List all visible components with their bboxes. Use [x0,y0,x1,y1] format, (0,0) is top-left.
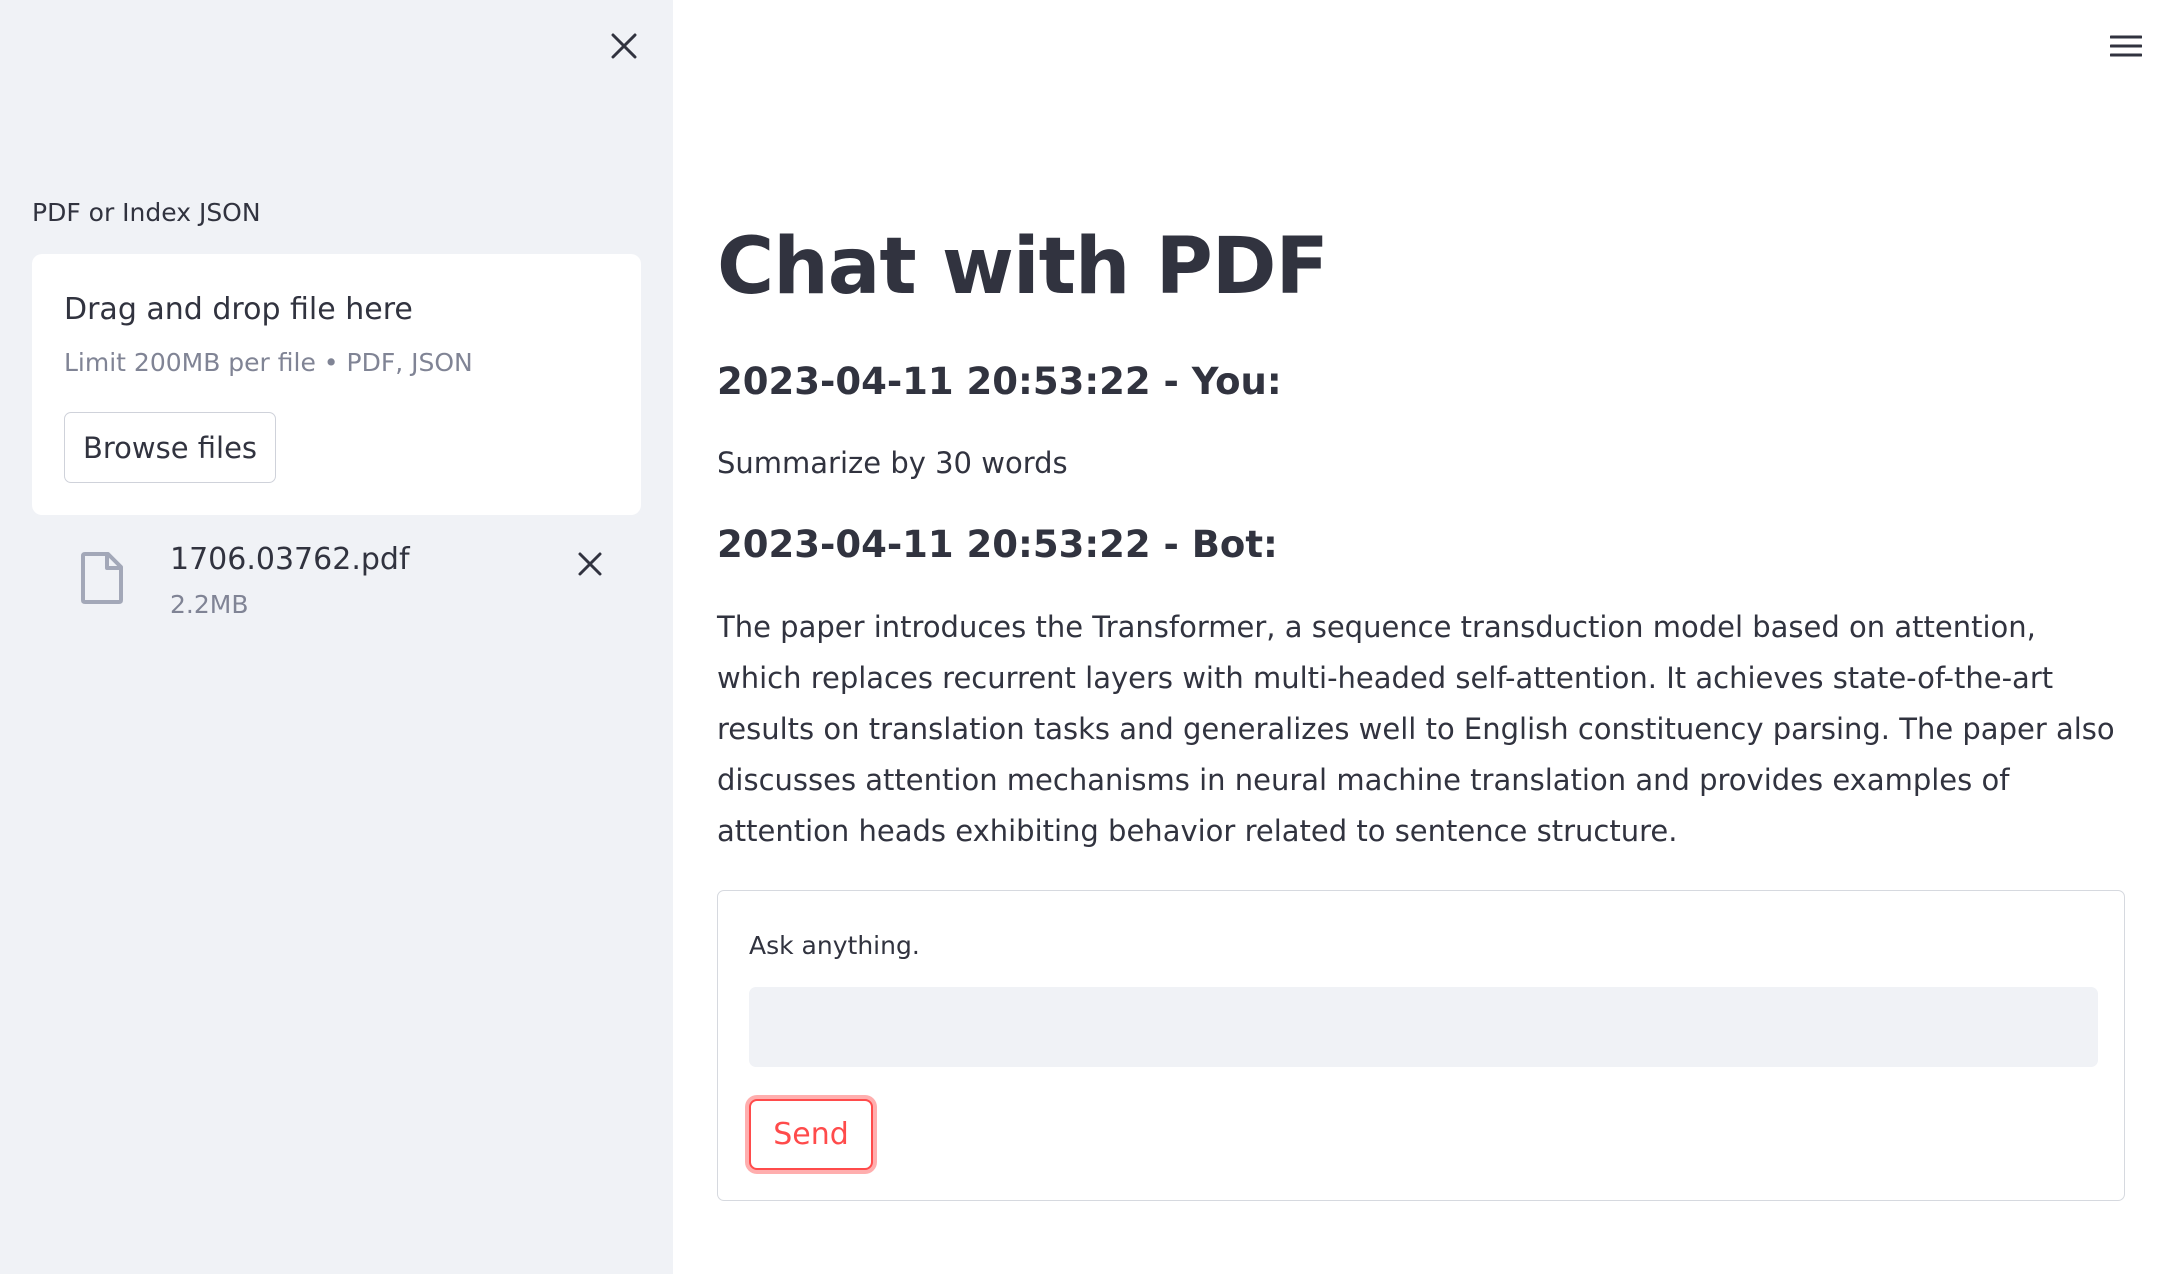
uploaded-file-item: 1706.03762.pdf 2.2MB [32,530,641,640]
bot-message-text: The paper introduces the Transformer, a … [717,610,2115,848]
dropzone-limit-text: Limit 200MB per file • PDF, JSON [64,348,473,377]
send-button[interactable]: Send [749,1099,873,1170]
close-sidebar-button[interactable] [604,26,644,66]
file-uploader-label: PDF or Index JSON [32,198,261,227]
question-input[interactable] [749,987,2098,1067]
question-input-label: Ask anything. [749,931,920,960]
file-size: 2.2MB [170,590,249,619]
sidebar: PDF or Index JSON Drag and drop file her… [0,0,673,1274]
close-icon [578,552,602,576]
main-menu-button[interactable] [2104,26,2148,66]
file-icon [81,552,123,604]
browse-files-button[interactable]: Browse files [64,412,276,483]
user-message-header: 2023-04-11 20:53:22 - You: [717,360,1282,403]
page-title: Chat with PDF [717,222,1329,312]
bot-message-header: 2023-04-11 20:53:22 - Bot: [717,523,1278,566]
file-dropzone[interactable]: Drag and drop file here Limit 200MB per … [32,254,641,515]
hamburger-menu-icon [2110,35,2142,57]
remove-file-button[interactable] [570,544,610,584]
chat-form: Ask anything. Send [717,890,2125,1201]
dropzone-title: Drag and drop file here [64,292,413,327]
close-icon [611,33,637,59]
user-message-text: Summarize by 30 words [717,446,1068,480]
file-name: 1706.03762.pdf [170,542,410,577]
